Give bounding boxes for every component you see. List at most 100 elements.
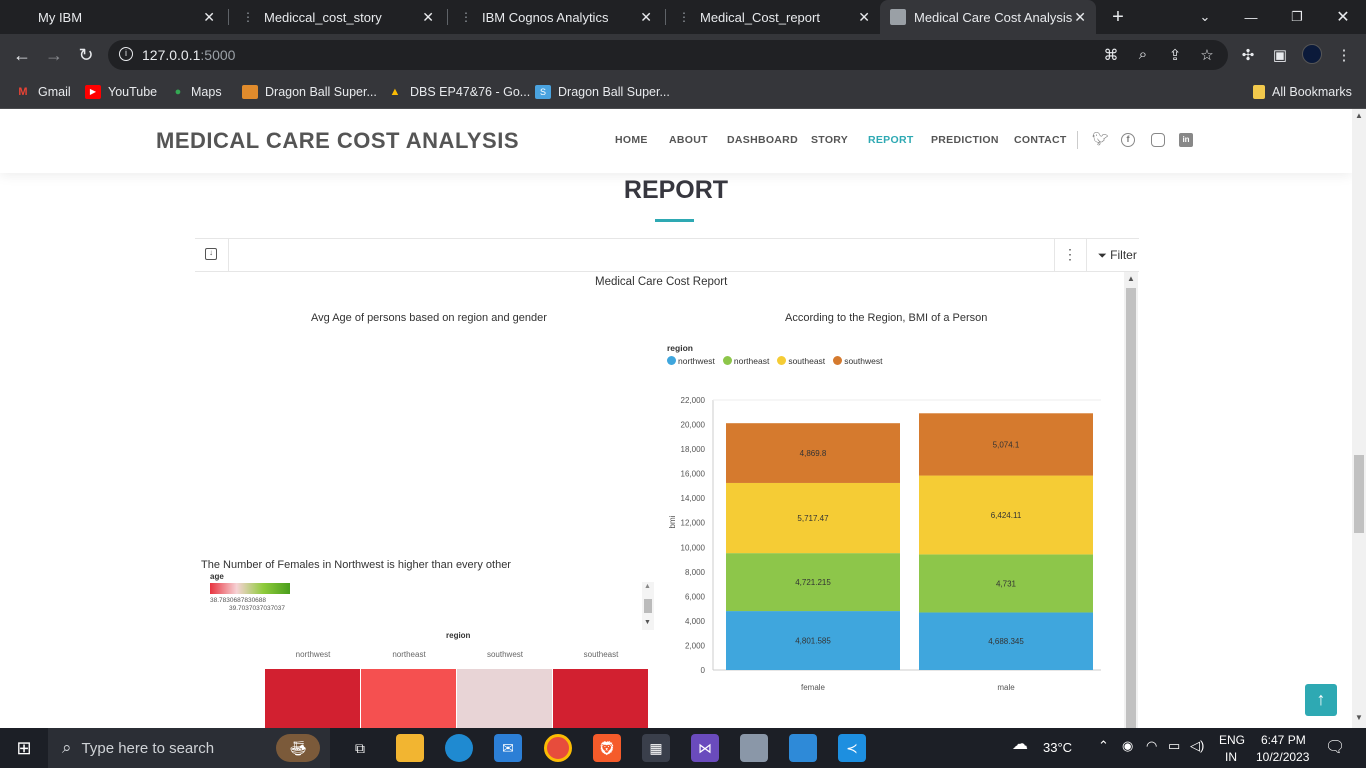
tab-medical-care-cost-analysis[interactable]: Medical Care Cost Analysis ✕ [880, 0, 1096, 34]
chrome-icon[interactable] [544, 734, 572, 762]
zoom-icon[interactable]: ⌕ [1133, 46, 1153, 63]
file-explorer-icon[interactable] [396, 734, 424, 762]
notifications-icon[interactable]: 🗨︎ [1325, 737, 1345, 757]
info-icon[interactable]: i [119, 47, 133, 61]
forward-icon[interactable]: → [44, 45, 64, 66]
close-icon[interactable]: ✕ [203, 9, 215, 26]
report-title: Medical Care Cost Report [595, 276, 728, 288]
clock-time[interactable]: 6:47 PM [1261, 733, 1306, 747]
windows-start-icon[interactable]: ⊞ [10, 734, 38, 762]
tab-title: IBM Cognos Analytics [482, 9, 609, 25]
nav-contact[interactable]: CONTACT [1014, 134, 1067, 146]
twitter-icon[interactable]: 🐦︎ [1092, 131, 1109, 147]
weather-temp[interactable]: 33°C [1043, 740, 1072, 755]
tab-medical-story[interactable]: ⋮ Mediccal_cost_story ✕ [232, 0, 444, 34]
bookmark-dragon-ball-1[interactable]: Dragon Ball Super... [242, 83, 377, 101]
legend-item-southeast[interactable]: southeast [777, 356, 825, 366]
weather-icon[interactable]: ☁ [1012, 734, 1028, 754]
nav-story[interactable]: STORY [811, 134, 848, 146]
edge-icon[interactable] [445, 734, 473, 762]
bar-data-label: 4,731 [996, 579, 1017, 588]
store-icon[interactable]: ▦ [642, 734, 670, 762]
close-icon[interactable]: ✕ [640, 9, 652, 26]
all-bookmarks[interactable]: All Bookmarks [1253, 83, 1352, 101]
vscode-icon[interactable]: ≺ [838, 734, 866, 762]
y-tick-label: 2,000 [685, 641, 706, 650]
heatmap-scroll[interactable]: ▲ ▼ [642, 582, 654, 630]
reload-icon[interactable]: ↻ [76, 45, 96, 66]
mail-icon[interactable]: ✉ [494, 734, 522, 762]
nav-prediction[interactable]: PREDICTION [931, 134, 999, 146]
new-tab-button[interactable]: + [1100, 0, 1136, 34]
y-tick-label: 10,000 [681, 543, 706, 552]
scroll-up-icon[interactable]: ▲ [1127, 274, 1135, 283]
facebook-icon[interactable]: f [1121, 133, 1135, 147]
volume-icon[interactable]: ◁) [1190, 738, 1204, 754]
profile-avatar[interactable] [1302, 44, 1322, 64]
legend-item-northeast[interactable]: northeast [722, 356, 769, 366]
tab-my-ibm[interactable]: My IBM ✕ [0, 0, 225, 34]
close-icon[interactable]: ✕ [1074, 9, 1086, 26]
restore-button[interactable]: ❐ [1274, 0, 1320, 34]
tab-medical-report[interactable]: ⋮ Medical_Cost_report ✕ [668, 0, 880, 34]
search-highlight-icon[interactable]: 🍜︎ [276, 734, 320, 762]
tray-record-icon[interactable]: ◉ [1122, 738, 1133, 754]
instagram-icon[interactable] [1151, 133, 1165, 147]
linkedin-icon[interactable]: in [1179, 133, 1193, 147]
share-icon[interactable]: ⇪ [1165, 46, 1185, 64]
lang-in[interactable]: IN [1225, 750, 1237, 764]
nav-about[interactable]: ABOUT [669, 134, 708, 146]
heatmap-column-label: northwest [296, 650, 331, 659]
sidepanel-icon[interactable]: ▣ [1270, 46, 1290, 64]
task-view-icon[interactable]: ⧉ [346, 734, 374, 762]
scroll-down-icon[interactable]: ▼ [1355, 713, 1363, 722]
tab-strip: My IBM ✕ ⋮ Mediccal_cost_story ✕ ⋮ IBM C… [0, 0, 1366, 34]
address-bar[interactable]: i 127.0.0.1:5000 [108, 40, 1228, 70]
scroll-up-icon[interactable]: ▲ [644, 583, 651, 590]
menu-icon[interactable]: ⋮ [1334, 46, 1354, 64]
close-icon[interactable]: ✕ [422, 9, 434, 26]
nav-dashboard[interactable]: DASHBOARD [727, 134, 798, 146]
bookmark-youtube[interactable]: ▶ YouTube [85, 83, 157, 101]
report-scrollbar[interactable]: ▲ [1124, 272, 1138, 728]
tray-chevron-icon[interactable]: ⌃ [1098, 738, 1109, 754]
bookmark-dragon-ball-2[interactable]: S Dragon Ball Super... [535, 83, 670, 101]
extensions-icon[interactable]: ✣ [1238, 46, 1258, 64]
star-icon[interactable]: ☆ [1197, 46, 1217, 64]
bookmark-dbs-drive[interactable]: ▲ DBS EP47&76 - Go... [387, 83, 531, 101]
close-icon[interactable]: ✕ [858, 9, 870, 26]
legend-item-southwest[interactable]: southwest [833, 356, 882, 366]
app-icon[interactable] [740, 734, 768, 762]
filter-button[interactable]: ⏷ Filter [1098, 248, 1137, 263]
page-scrollbar[interactable]: ▲ ▼ [1352, 109, 1366, 728]
lang-eng[interactable]: ENG [1219, 733, 1245, 747]
close-window-button[interactable]: ✕ [1320, 0, 1366, 34]
scroll-up-icon[interactable]: ▲ [1355, 111, 1363, 120]
battery-icon[interactable]: ▭ [1168, 738, 1180, 754]
nav-home[interactable]: HOME [615, 134, 648, 146]
minimize-button[interactable]: — [1228, 0, 1274, 34]
search-icon: ⌕ [62, 738, 72, 757]
brave-icon[interactable]: 🦁︎ [593, 734, 621, 762]
photos-icon[interactable] [789, 734, 817, 762]
bookmark-gmail[interactable]: M Gmail [15, 83, 70, 101]
legend-item-northwest[interactable]: northwest [667, 356, 715, 366]
translate-icon[interactable]: ⌘ [1101, 46, 1121, 64]
pin-icon[interactable]: ↓ [205, 248, 217, 260]
site-logo[interactable]: MEDICAL CARE COST ANALYSIS [156, 128, 519, 154]
back-to-top-button[interactable]: ↑ [1305, 684, 1337, 716]
tab-search-icon[interactable]: ⌄ [1182, 0, 1228, 34]
tab-cognos[interactable]: ⋮ IBM Cognos Analytics ✕ [450, 0, 662, 34]
scroll-down-icon[interactable]: ▼ [644, 619, 651, 626]
x-tick-label: female [801, 683, 826, 692]
wifi-icon[interactable]: ◠ [1146, 738, 1157, 754]
bookmark-maps[interactable]: ● Maps [172, 83, 222, 101]
heatmap-cell [265, 669, 360, 728]
clock-date[interactable]: 10/2/2023 [1256, 750, 1309, 764]
webpage: MEDICAL CARE COST ANALYSIS HOME ABOUT DA… [0, 109, 1352, 728]
bar-legend-title: region [667, 343, 693, 353]
visual-studio-icon[interactable]: ⋈ [691, 734, 719, 762]
nav-report[interactable]: REPORT [868, 134, 914, 146]
back-icon[interactable]: ← [12, 45, 32, 66]
more-options-icon[interactable]: ⋮ [1063, 246, 1077, 263]
